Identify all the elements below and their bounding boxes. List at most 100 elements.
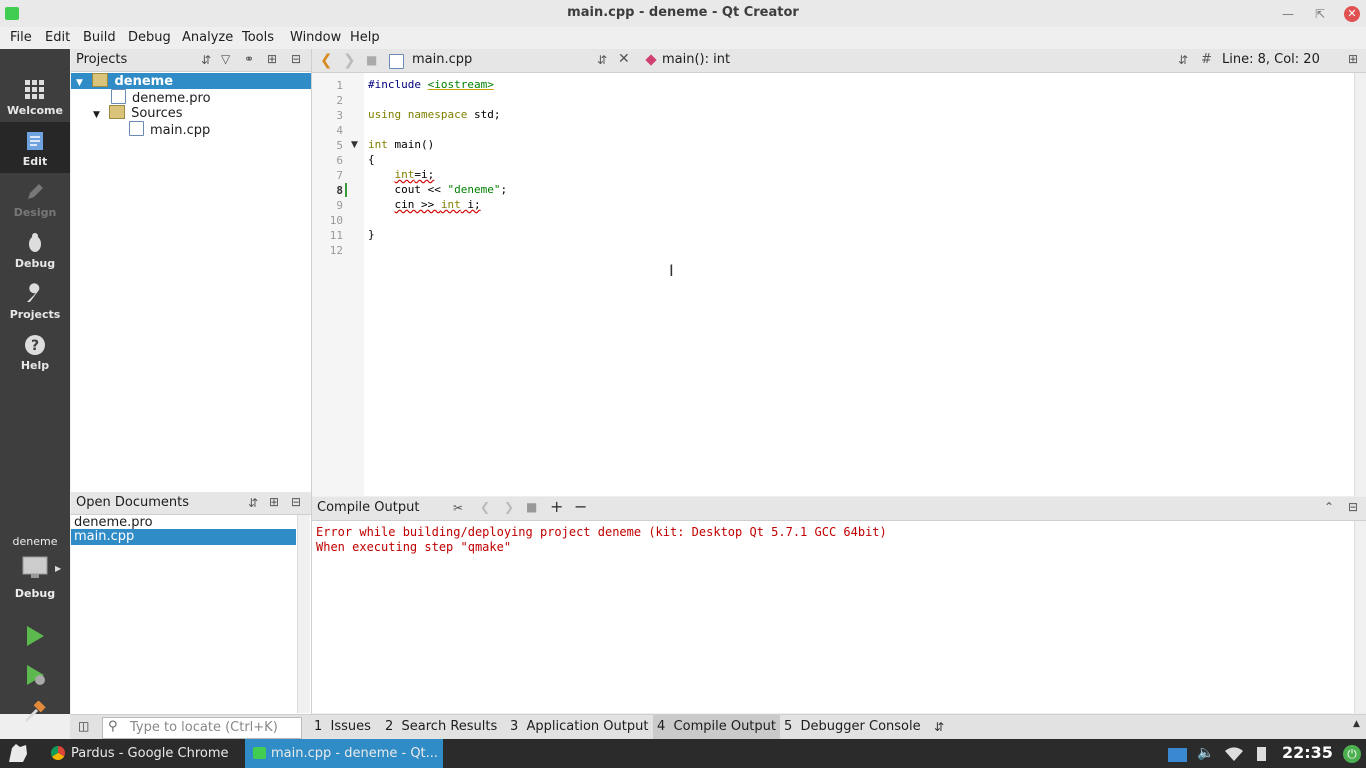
updown-icon[interactable]: ⇵ <box>201 53 211 67</box>
menu-tools[interactable]: Tools <box>242 30 274 45</box>
updown-icon[interactable]: ⇵ <box>1178 53 1188 67</box>
mode-help[interactable]: ? Help <box>0 326 70 377</box>
encoding-hash[interactable]: # <box>1201 52 1212 67</box>
pencil-icon <box>28 184 43 199</box>
fold-marker-icon[interactable]: ▼ <box>351 140 358 150</box>
tab-compile-output[interactable]: 4 Compile Output <box>653 715 780 739</box>
mode-design[interactable]: Design <box>0 173 70 224</box>
compile-output-text[interactable]: Error while building/deploying project d… <box>312 521 1354 713</box>
menu-window[interactable]: Window <box>290 30 341 45</box>
close-document-icon[interactable]: ✕ <box>618 51 630 67</box>
volume-icon[interactable]: 🔈 <box>1197 745 1214 761</box>
tab-issues[interactable]: 1 Issues <box>314 719 371 734</box>
projects-panel-header: Projects ⇵ ▽ ⚭ ⊞ ⊟ <box>71 49 311 72</box>
menu-help[interactable]: Help <box>350 30 380 45</box>
locator[interactable]: ⚲ Type to locate (Ctrl+K) <box>102 717 302 739</box>
clear-icon[interactable]: ✂ <box>453 501 463 515</box>
output-pane-header: Compile Output ✂ ❮ ❯ ■ + − ⌃ ⊟ <box>312 497 1366 521</box>
search-icon: ⚲ <box>108 719 118 734</box>
zoom-out-icon[interactable]: − <box>574 497 587 516</box>
build-hammer-button[interactable] <box>24 701 46 723</box>
code-editor[interactable]: 1 2 3 4 5 6 7 8 9 10 11 12 ▼ #include <i… <box>312 73 1354 496</box>
split-icon[interactable]: ⊞ <box>267 52 277 66</box>
split-icon[interactable]: ⊞ <box>269 495 279 509</box>
tree-row-pro[interactable]: deneme.pro <box>111 89 211 106</box>
menu-debug[interactable]: Debug <box>128 30 171 45</box>
editor-scrollbar[interactable] <box>1354 73 1366 496</box>
projects-title: Projects <box>76 52 128 67</box>
open-doc-item[interactable]: main.cpp <box>71 529 296 545</box>
mode-welcome[interactable]: Welcome <box>0 71 70 122</box>
mode-debug[interactable]: Debug <box>0 224 70 275</box>
sources-folder-icon <box>109 105 126 119</box>
statusbar-arrow-icon[interactable]: ▲ <box>1353 719 1360 729</box>
tree-main-label: main.cpp <box>150 123 211 138</box>
tree-row-sources[interactable]: ▼ Sources <box>93 105 183 121</box>
code-line: { <box>368 153 375 166</box>
minimize-button[interactable]: — <box>1278 4 1298 24</box>
clock[interactable]: 22:35 <box>1282 743 1333 762</box>
expand-arrow-icon[interactable]: ▼ <box>76 78 83 88</box>
mode-label: Help <box>20 359 50 372</box>
line-number: 1 <box>336 79 343 92</box>
cpp-file-icon <box>389 54 404 69</box>
output-scrollbar[interactable] <box>1354 521 1366 713</box>
expand-arrow-icon[interactable]: ▼ <box>93 110 100 120</box>
output-pane-title: Compile Output <box>317 500 420 515</box>
tab-search-results[interactable]: 2 Search Results <box>385 719 497 734</box>
line-number: 12 <box>329 244 343 257</box>
close-pane-icon[interactable]: ⊟ <box>291 52 301 66</box>
tree-row-root[interactable]: ▼ deneme <box>71 73 311 89</box>
screen-icon[interactable] <box>1168 748 1187 762</box>
mode-edit[interactable]: Edit <box>0 122 70 173</box>
editor-file-name[interactable]: main.cpp <box>412 52 472 67</box>
pardus-start-icon[interactable] <box>6 742 30 765</box>
menu-edit[interactable]: Edit <box>45 30 70 45</box>
back-arrow-icon[interactable]: ❮ <box>320 51 333 69</box>
close-pane-icon[interactable]: ⊟ <box>291 495 301 509</box>
forward-arrow-icon[interactable]: ❯ <box>343 51 356 69</box>
open-docs-scrollbar[interactable] <box>297 515 310 713</box>
cursor-position[interactable]: Line: 8, Col: 20 <box>1222 52 1320 67</box>
power-icon[interactable]: ⏻ <box>1343 745 1361 763</box>
tab-application-output[interactable]: 3 Application Output <box>510 719 648 734</box>
maximize-pane-icon[interactable]: ⌃ <box>1324 500 1334 514</box>
prev-arrow-icon[interactable]: ❮ <box>480 500 490 514</box>
split-icon[interactable]: ⊞ <box>1348 52 1358 66</box>
task-qt-creator[interactable]: main.cpp - deneme - Qt... <box>245 739 443 768</box>
filter-icon[interactable]: ▽ <box>221 52 230 66</box>
battery-icon[interactable] <box>1257 747 1266 761</box>
mode-projects[interactable]: Projects <box>0 275 70 326</box>
menu-file[interactable]: File <box>10 30 32 45</box>
line-number: 9 <box>336 199 343 212</box>
symbol-selector[interactable]: main(): int <box>662 52 730 67</box>
tree-row-main[interactable]: main.cpp <box>129 121 211 138</box>
link-icon[interactable]: ⚭ <box>244 52 254 66</box>
wifi-icon[interactable] <box>1224 747 1244 762</box>
task-chrome[interactable]: Pardus - Google Chrome <box>44 739 236 768</box>
kit-selector[interactable]: ▶ Debug <box>0 554 70 602</box>
maximize-button[interactable]: ⇱ <box>1310 4 1330 24</box>
zoom-in-icon[interactable]: + <box>550 497 563 516</box>
close-pane-icon[interactable]: ⊟ <box>1348 500 1358 514</box>
code-line: } <box>368 228 375 241</box>
toggle-sidebar-icon[interactable]: ◫ <box>78 719 89 733</box>
code-line: #include <iostream> <box>368 78 494 91</box>
line-number: 4 <box>336 124 343 137</box>
debug-run-button[interactable] <box>24 664 46 686</box>
tab-debugger-console[interactable]: 5 Debugger Console <box>784 719 921 734</box>
mode-label: Welcome <box>7 104 63 117</box>
updown-icon[interactable]: ⇵ <box>248 496 258 510</box>
svg-text:?: ? <box>31 338 39 354</box>
stop-icon[interactable]: ■ <box>526 500 537 514</box>
menu-build[interactable]: Build <box>83 30 116 45</box>
updown-icon[interactable]: ⇵ <box>597 53 607 67</box>
menu-analyze[interactable]: Analyze <box>182 30 233 45</box>
projects-panel: Projects ⇵ ▽ ⚭ ⊞ ⊟ ▼ deneme deneme.pro ▼… <box>71 49 312 495</box>
next-arrow-icon[interactable]: ❯ <box>504 500 514 514</box>
close-button[interactable]: ✕ <box>1344 6 1360 22</box>
project-folder-icon <box>92 73 109 87</box>
updown-icon[interactable]: ⇵ <box>934 720 944 734</box>
title-bar: main.cpp - deneme - Qt Creator — ⇱ ✕ <box>0 0 1366 27</box>
run-button[interactable] <box>24 625 46 647</box>
